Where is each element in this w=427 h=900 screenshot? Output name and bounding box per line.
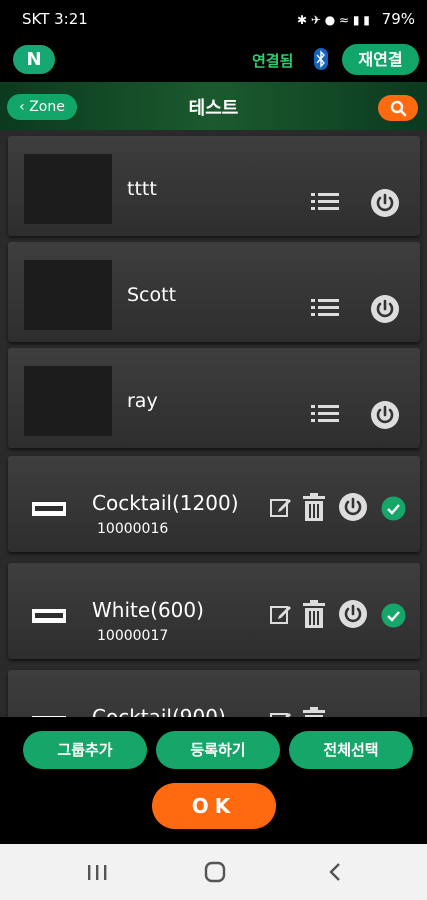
light-bar-icon	[32, 609, 66, 623]
svg-text:✱ ✈ ● ≈ ▮ ▮: ✱ ✈ ● ≈ ▮ ▮	[297, 13, 370, 27]
device-row[interactable]: Cocktail(900)	[8, 670, 420, 717]
power-icon[interactable]	[370, 294, 400, 324]
group-name: tttt	[127, 178, 157, 200]
group-row[interactable]: Scott	[8, 242, 420, 342]
group-name: Scott	[127, 284, 177, 306]
edit-icon[interactable]	[270, 710, 292, 717]
page-title: 테스트	[188, 98, 239, 119]
top-bar: N 연결됨 재연결	[0, 38, 427, 82]
register-button[interactable]: 등록하기	[156, 731, 280, 769]
list-icon[interactable]	[311, 404, 339, 424]
trash-icon[interactable]	[302, 600, 326, 628]
trash-icon[interactable]	[302, 707, 326, 717]
device-name: White(600)	[92, 598, 204, 622]
status-bar: SKT 3:21 ✱ ✈ ● ≈ ▮ ▮ 79%	[0, 0, 427, 38]
device-row[interactable]: White(600) 10000017	[8, 563, 420, 659]
group-thumbnail	[24, 366, 112, 436]
edit-icon[interactable]	[270, 603, 292, 625]
device-name: Cocktail(900)	[92, 705, 226, 717]
group-name: ray	[127, 390, 158, 412]
select-all-button[interactable]: 전체선택	[289, 731, 413, 769]
home-icon[interactable]	[195, 858, 235, 886]
power-icon[interactable]	[370, 188, 400, 218]
device-id: 10000016	[97, 521, 169, 537]
check-icon[interactable]	[381, 603, 406, 628]
recent-apps-icon[interactable]	[77, 858, 117, 886]
status-right: ✱ ✈ ● ≈ ▮ ▮ 79%	[297, 10, 415, 28]
action-bar: 그룹추가 등록하기 전체선택 OK	[0, 717, 427, 844]
device-id: 10000017	[97, 628, 169, 644]
check-icon[interactable]	[381, 496, 406, 521]
device-row[interactable]: Cocktail(1200) 10000016	[8, 456, 420, 552]
trash-icon[interactable]	[302, 493, 326, 521]
back-icon[interactable]	[314, 858, 354, 886]
status-carrier-time: SKT 3:21	[22, 10, 88, 28]
list-icon[interactable]	[311, 298, 339, 318]
connection-status: 연결됨	[252, 52, 294, 70]
power-icon[interactable]	[370, 400, 400, 430]
search-button[interactable]	[378, 95, 418, 121]
zone-item-list[interactable]: tttt Scott ray Cocktail(1200) 10000016 W…	[0, 130, 427, 717]
app-logo[interactable]: N	[13, 45, 55, 74]
power-icon[interactable]	[338, 492, 368, 522]
edit-icon[interactable]	[270, 496, 292, 518]
power-icon[interactable]	[338, 599, 368, 629]
device-name: Cocktail(1200)	[92, 491, 239, 515]
group-thumbnail	[24, 260, 112, 330]
group-thumbnail	[24, 154, 112, 224]
battery-level: 79%	[381, 10, 415, 28]
search-icon	[390, 100, 407, 117]
signal-icons: ✱ ✈ ● ≈ ▮ ▮	[297, 13, 370, 27]
group-row[interactable]: tttt	[8, 136, 420, 236]
add-group-button[interactable]: 그룹추가	[23, 731, 147, 769]
ok-button[interactable]: OK	[152, 783, 276, 829]
light-bar-icon	[32, 502, 66, 516]
reconnect-button[interactable]: 재연결	[342, 44, 419, 75]
bluetooth-icon	[314, 48, 328, 70]
system-nav-bar	[0, 844, 427, 900]
nav-bar: ‹ Zone 테스트	[0, 82, 427, 130]
group-row[interactable]: ray	[8, 348, 420, 448]
list-icon[interactable]	[311, 192, 339, 212]
